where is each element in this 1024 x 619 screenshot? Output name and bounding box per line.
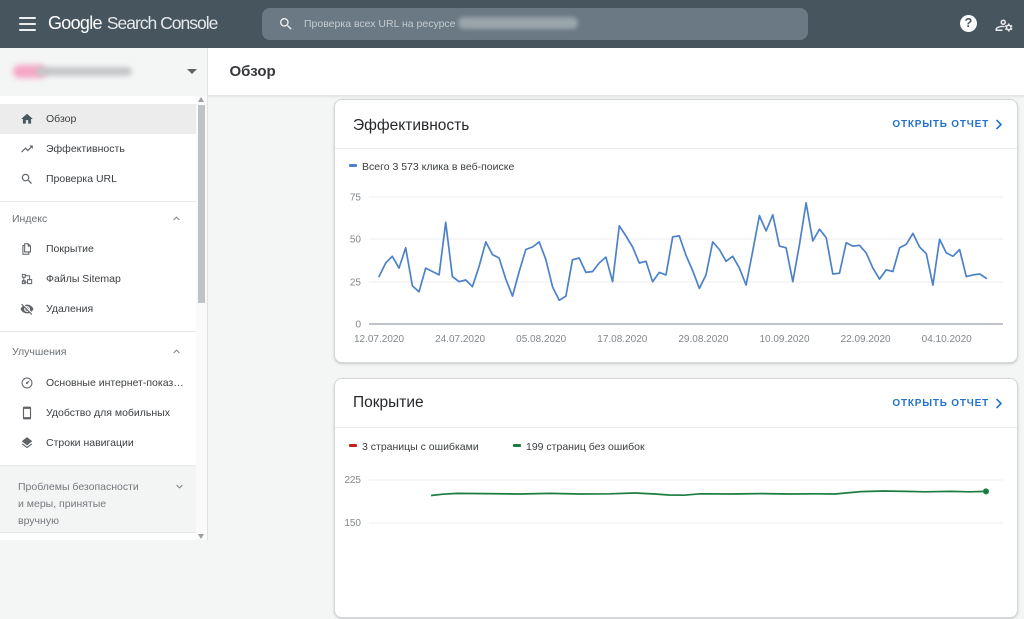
svg-text:50: 50 xyxy=(350,235,362,246)
svg-text:25: 25 xyxy=(350,278,362,289)
svg-text:24.07.2020: 24.07.2020 xyxy=(435,334,485,345)
svg-text:150: 150 xyxy=(344,518,361,529)
svg-text:05.08.2020: 05.08.2020 xyxy=(516,334,566,345)
svg-text:75: 75 xyxy=(350,193,362,204)
svg-text:04.10.2020: 04.10.2020 xyxy=(922,334,972,345)
svg-text:0: 0 xyxy=(355,320,361,331)
svg-text:12.07.2020: 12.07.2020 xyxy=(354,334,404,345)
svg-text:22.09.2020: 22.09.2020 xyxy=(841,334,891,345)
svg-text:17.08.2020: 17.08.2020 xyxy=(597,334,647,345)
svg-text:10.09.2020: 10.09.2020 xyxy=(759,334,809,345)
svg-text:29.08.2020: 29.08.2020 xyxy=(678,334,728,345)
svg-text:225: 225 xyxy=(344,475,361,486)
